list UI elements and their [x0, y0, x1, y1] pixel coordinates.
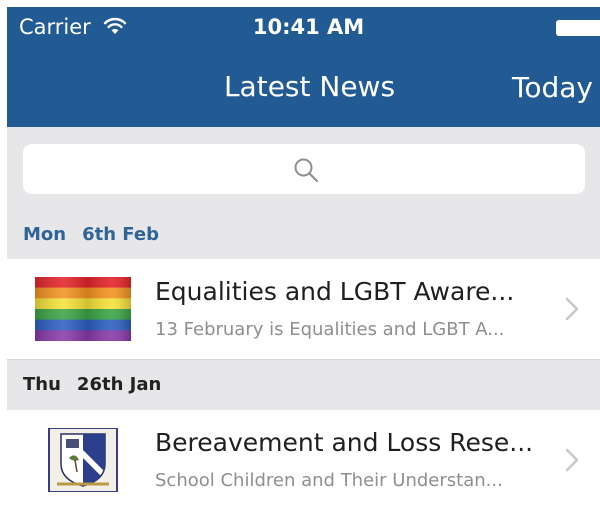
- status-time: 10:41 AM: [252, 15, 365, 39]
- section-header: Mon 6th Feb: [7, 211, 600, 259]
- section-date: 26th Jan: [76, 374, 162, 395]
- search-icon: [294, 158, 319, 183]
- search-bar-container: [7, 127, 600, 211]
- status-bar: Carrier 10:41 AM: [7, 7, 600, 47]
- chevron-right-icon: [565, 448, 579, 472]
- today-button[interactable]: Today: [512, 71, 593, 104]
- news-list-item[interactable]: Bereavement and Loss Rese... School Chil…: [7, 410, 600, 505]
- navigation-bar: Carrier 10:41 AM Latest News Today: [7, 7, 600, 127]
- battery-icon: [556, 20, 600, 36]
- news-subtitle: School Children and Their Understan...: [155, 470, 503, 491]
- rainbow-flag-image: [35, 277, 131, 341]
- news-title: Equalities and LGBT Aware...: [155, 277, 515, 306]
- section-day: Mon: [23, 224, 67, 245]
- school-crest-image: [48, 428, 118, 492]
- section-day: Thu: [23, 374, 61, 395]
- section-header: Thu 26th Jan: [7, 360, 600, 410]
- chevron-right-icon: [565, 297, 579, 321]
- news-title: Bereavement and Loss Rese...: [155, 428, 534, 457]
- search-input[interactable]: [23, 144, 585, 194]
- news-list-item[interactable]: Equalities and LGBT Aware... 13 February…: [7, 259, 600, 360]
- news-subtitle: 13 February is Equalities and LGBT A...: [155, 319, 505, 340]
- section-date: 6th Feb: [82, 224, 159, 245]
- app-screen: Carrier 10:41 AM Latest News Today Mon 6t…: [7, 7, 600, 505]
